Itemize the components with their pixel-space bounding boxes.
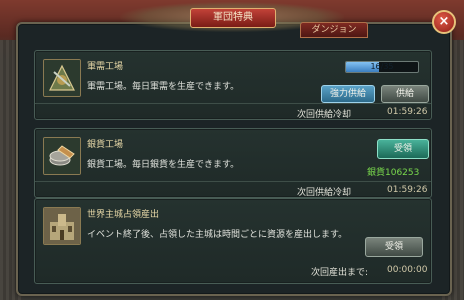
silver-amount: 銀貨106253 bbox=[367, 168, 420, 178]
silver-coin-icon bbox=[43, 137, 81, 175]
supply-button[interactable]: 供給 bbox=[381, 85, 429, 103]
timer-label: 次回供給冷却 bbox=[297, 110, 352, 120]
timer-value: 00:00:00 bbox=[387, 265, 428, 275]
timer-label: 次回産出まで: bbox=[311, 268, 369, 278]
munitions-icon bbox=[43, 59, 81, 97]
card-title: 銀貨工場 bbox=[87, 140, 124, 150]
dialog-title: 軍団特典 bbox=[190, 8, 276, 28]
tab-dungeon[interactable]: ダンジョン bbox=[300, 22, 368, 38]
timer-value: 01:59:26 bbox=[387, 185, 428, 195]
card-description: イベント終了後、占領した主城は時間ごとに資源を産出します。 bbox=[87, 230, 348, 240]
receive-silver-button[interactable]: 受領 bbox=[377, 139, 429, 159]
timer-label: 次回供給冷却 bbox=[297, 188, 352, 198]
world-castle-output-card: 世界主城占領産出 イベント終了後、占領した主城は時間ごとに資源を産出します。 受… bbox=[34, 198, 432, 284]
munitions-progress-bar: 16/35 bbox=[345, 61, 419, 73]
munitions-factory-card: 軍需工場 軍需工場。毎日軍需を生産できます。 16/35 強力供給 供給 次回供… bbox=[34, 50, 432, 120]
timer-value: 01:59:26 bbox=[387, 107, 428, 117]
card-description: 銀貨工場。毎日銀貨を生産できます。 bbox=[87, 160, 240, 170]
receive-output-button[interactable]: 受領 bbox=[365, 237, 423, 257]
card-divider bbox=[35, 103, 431, 104]
silver-factory-card: 銀貨工場 銀貨工場。毎日銀貨を生産できます。 受領 銀貨106253 次回供給冷… bbox=[34, 128, 432, 198]
card-title: 軍需工場 bbox=[87, 62, 124, 72]
castle-icon bbox=[43, 207, 81, 245]
progress-text: 16/35 bbox=[370, 62, 394, 71]
strong-supply-button[interactable]: 強力供給 bbox=[321, 85, 375, 103]
close-icon: × bbox=[438, 14, 450, 29]
close-button[interactable]: × bbox=[432, 10, 456, 34]
card-title: 世界主城占領産出 bbox=[87, 210, 160, 220]
card-divider bbox=[35, 181, 431, 182]
